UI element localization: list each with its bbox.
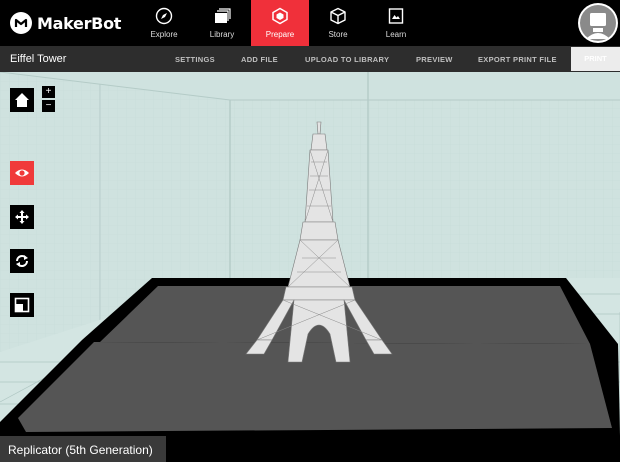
home-view-button[interactable] (10, 88, 34, 112)
build-volume-scene (0, 72, 620, 436)
view-button[interactable] (10, 161, 34, 185)
zoom-in-button[interactable]: + (42, 86, 55, 98)
nav-tab-learn[interactable]: Learn (367, 0, 425, 46)
upload-to-library-button[interactable]: UPLOAD TO LIBRARY (305, 55, 389, 64)
nav-tab-label: Library (209, 30, 235, 39)
3d-viewport[interactable]: + − (0, 72, 620, 436)
printer-selector[interactable]: Replicator (5th Generation) (0, 436, 166, 462)
top-navigation: MakerBot Explore Library Prepare Store L… (0, 0, 620, 46)
brand-name: MakerBot (37, 13, 122, 33)
document-toolbar: Eiffel Tower SETTINGS ADD FILE UPLOAD TO… (0, 46, 620, 72)
move-icon (15, 210, 29, 224)
makerbot-logo[interactable]: MakerBot (10, 12, 121, 34)
back-wall (229, 72, 620, 278)
preview-button[interactable]: PREVIEW (416, 55, 453, 64)
nav-tab-label: Explore (150, 30, 178, 39)
export-print-file-button[interactable]: EXPORT PRINT FILE (478, 55, 557, 64)
user-avatar[interactable] (578, 3, 618, 43)
nav-tab-label: Store (328, 30, 348, 39)
eye-icon (15, 169, 29, 177)
nav-tab-label: Learn (385, 30, 407, 39)
scale-tool-button[interactable] (10, 293, 34, 317)
nav-tab-explore[interactable]: Explore (135, 0, 193, 46)
nav-tab-label: Prepare (265, 30, 295, 39)
learn-icon (388, 8, 404, 24)
nav-tab-library[interactable]: Library (193, 0, 251, 46)
home-icon (15, 93, 29, 107)
user-icon (580, 5, 616, 41)
nav-tab-store[interactable]: Store (309, 0, 367, 46)
library-icon (215, 8, 231, 23)
rotate-tool-button[interactable] (10, 249, 34, 273)
document-title: Eiffel Tower (10, 53, 67, 65)
status-bar: Replicator (5th Generation) (0, 436, 620, 462)
settings-button[interactable]: SETTINGS (175, 55, 215, 64)
prepare-icon (272, 7, 288, 25)
move-tool-button[interactable] (10, 205, 34, 229)
rotate-icon (16, 255, 28, 267)
cube-icon (330, 7, 346, 25)
zoom-out-button[interactable]: − (42, 100, 55, 112)
makerbot-logo-icon (10, 12, 32, 34)
add-file-button[interactable]: ADD FILE (241, 55, 278, 64)
print-button[interactable]: PRINT (571, 47, 620, 71)
scale-icon (14, 297, 30, 313)
nav-tab-prepare[interactable]: Prepare (251, 0, 309, 46)
compass-icon (155, 7, 173, 25)
